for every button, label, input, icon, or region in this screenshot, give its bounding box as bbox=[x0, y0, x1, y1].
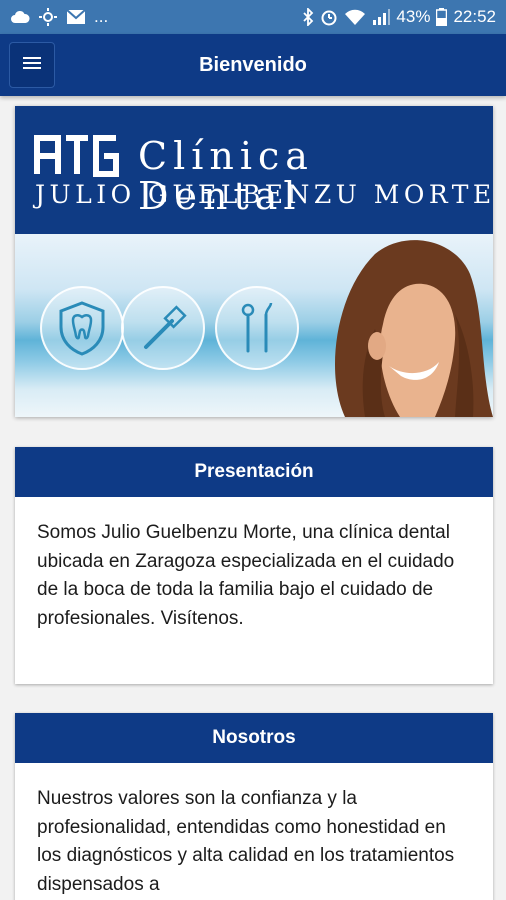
wifi-icon bbox=[344, 8, 366, 26]
hamburger-icon bbox=[22, 55, 42, 76]
mail-icon bbox=[66, 9, 86, 25]
menu-button[interactable] bbox=[9, 42, 55, 88]
cloud-icon bbox=[10, 10, 30, 24]
banner-header: Clínica Dental JULIO GUELBENZU MORTE bbox=[15, 106, 493, 234]
banner-photo bbox=[15, 234, 493, 417]
presentation-card-text: Somos Julio Guelbenzu Morte, una clínica… bbox=[37, 522, 455, 629]
signal-icon bbox=[372, 9, 391, 25]
presentation-card: Presentación Somos Julio Guelbenzu Morte… bbox=[15, 447, 493, 684]
page-title: Bienvenido bbox=[199, 53, 307, 76]
battery-percent: 43% bbox=[396, 7, 431, 26]
clinic-logo bbox=[34, 134, 120, 183]
notification-overflow: ... bbox=[94, 7, 109, 26]
dental-tools-icon bbox=[215, 286, 299, 370]
clinic-banner: Clínica Dental JULIO GUELBENZU MORTE bbox=[15, 106, 493, 417]
tooth-shield-icon bbox=[40, 286, 124, 370]
alarm-icon bbox=[320, 8, 338, 26]
battery-icon bbox=[436, 8, 448, 26]
toothbrush-icon bbox=[121, 286, 205, 370]
clock: 22:52 bbox=[453, 7, 496, 26]
brightness-icon bbox=[38, 7, 58, 27]
bluetooth-icon bbox=[302, 8, 314, 26]
brand-subtitle: JULIO GUELBENZU MORTE bbox=[35, 180, 493, 209]
smiling-woman-image bbox=[305, 234, 493, 417]
app-bar: Bienvenido bbox=[0, 34, 506, 96]
status-bar: ... 43% 22:52 bbox=[0, 0, 506, 34]
presentation-card-title: Presentación bbox=[15, 447, 493, 497]
about-card-title: Nosotros bbox=[15, 713, 493, 763]
about-card-text: Nuestros valores son la confianza y la p… bbox=[37, 788, 455, 895]
about-card: Nosotros Nuestros valores son la confian… bbox=[15, 713, 493, 900]
